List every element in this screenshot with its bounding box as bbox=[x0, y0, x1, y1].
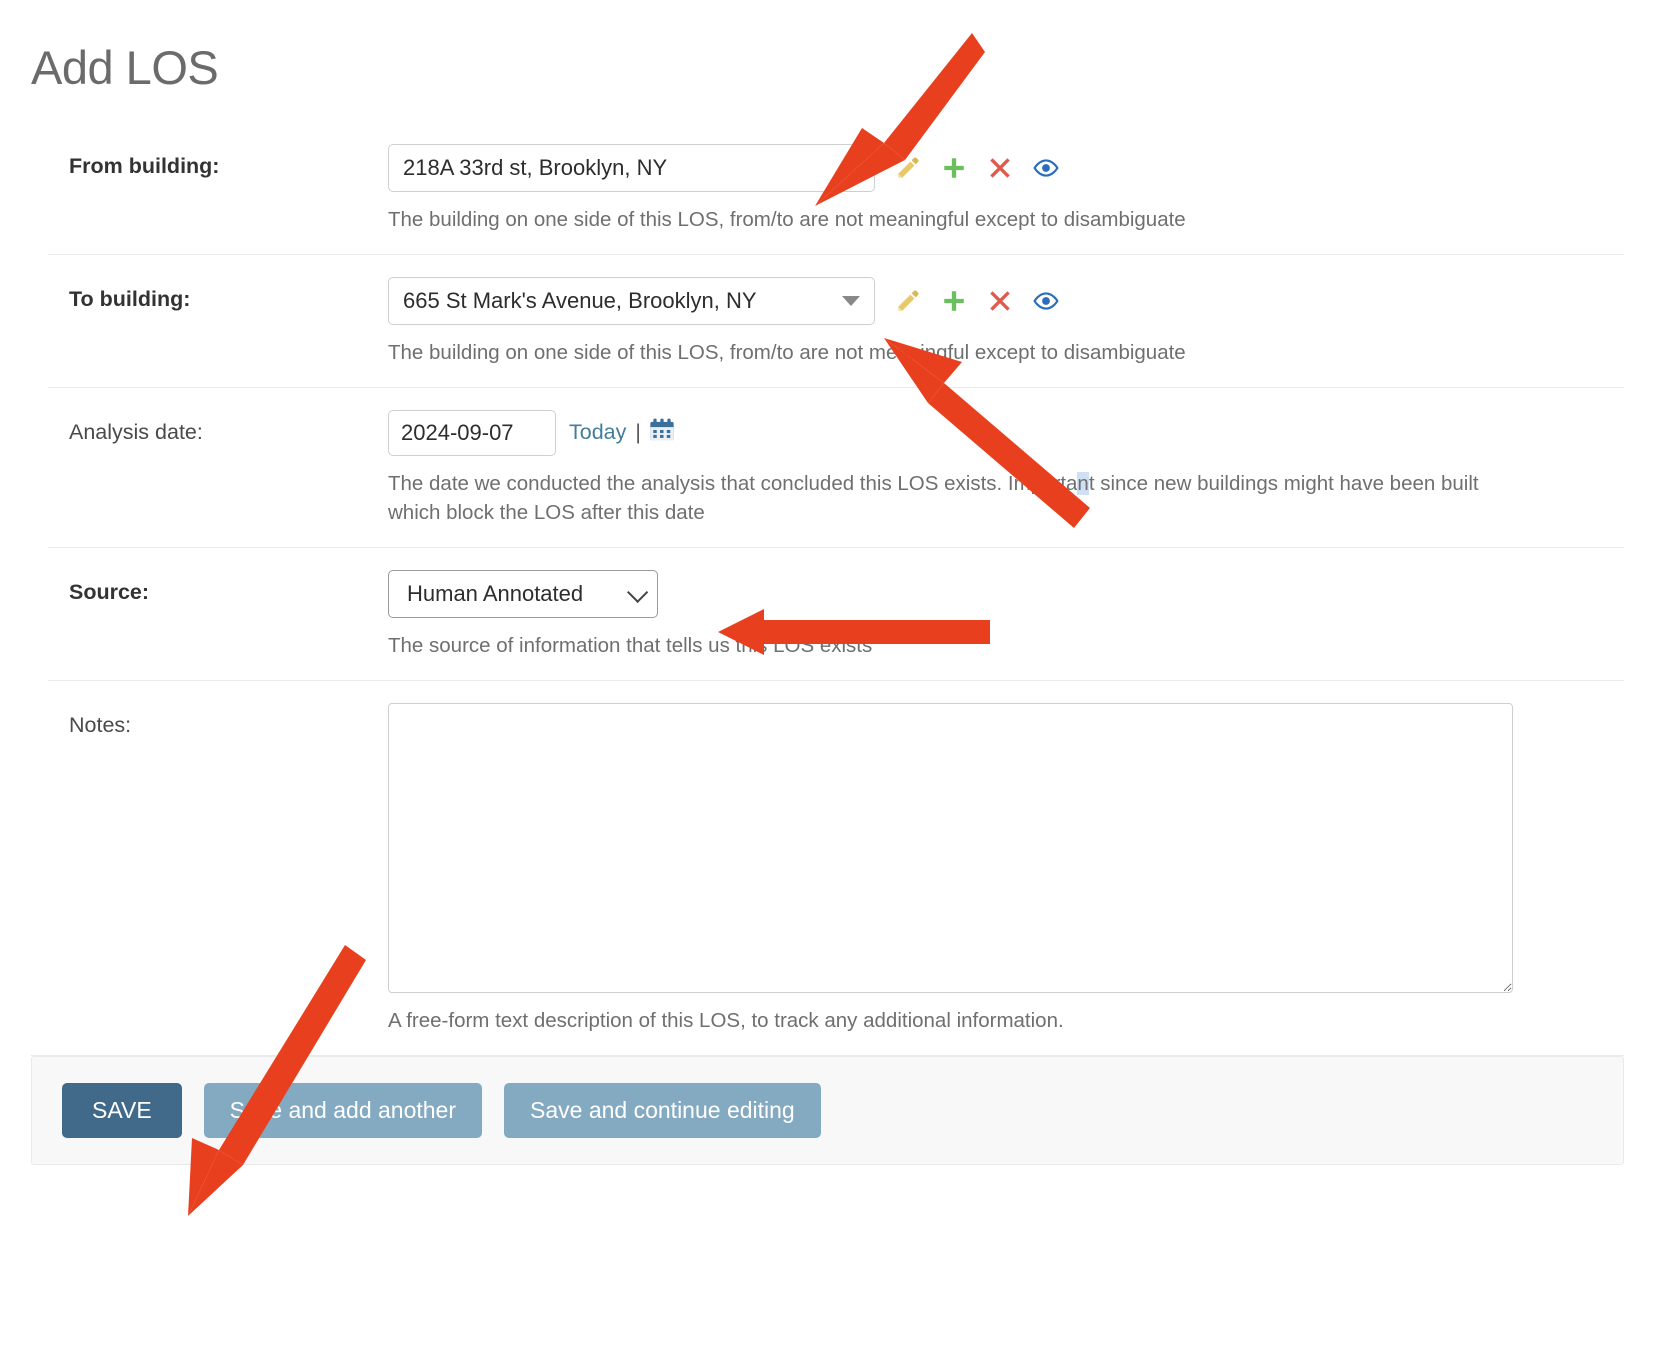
chevron-down-icon bbox=[842, 295, 860, 306]
add-los-form: From building: 218A 33rd st, Brooklyn, N… bbox=[0, 138, 1674, 1056]
date-separator: | bbox=[635, 420, 641, 444]
from-building-help: The building on one side of this LOS, fr… bbox=[388, 207, 1186, 231]
notes-textarea[interactable] bbox=[388, 703, 1513, 994]
to-building-value: 665 St Mark's Avenue, Brooklyn, NY bbox=[403, 287, 757, 313]
to-building-help: The building on one side of this LOS, fr… bbox=[388, 340, 1186, 364]
to-building-select[interactable]: 665 St Mark's Avenue, Brooklyn, NY bbox=[388, 276, 875, 325]
form-row-source: Source: Human Annotated The source of in… bbox=[48, 547, 1624, 680]
save-and-continue-editing-button[interactable]: Save and continue editing bbox=[504, 1083, 821, 1139]
from-building-actions bbox=[895, 155, 1059, 181]
from-building-value: 218A 33rd st, Brooklyn, NY bbox=[403, 154, 668, 180]
analysis-date-help-selection: n bbox=[1077, 471, 1089, 495]
pencil-icon[interactable] bbox=[895, 288, 921, 314]
form-row-from-building: From building: 218A 33rd st, Brooklyn, N… bbox=[48, 138, 1624, 254]
source-help: The source of information that tells us … bbox=[388, 634, 873, 658]
eye-icon[interactable] bbox=[1033, 288, 1059, 314]
form-row-analysis-date: Analysis date: Today | bbox=[48, 386, 1624, 547]
page-title: Add LOS bbox=[31, 41, 219, 94]
from-building-label: From building: bbox=[69, 153, 220, 178]
chevron-down-icon bbox=[627, 581, 649, 603]
from-building-select[interactable]: 218A 33rd st, Brooklyn, NY bbox=[388, 143, 875, 192]
x-icon[interactable] bbox=[987, 155, 1013, 181]
chevron-down-icon bbox=[842, 162, 860, 173]
submit-row: SAVE Save and add another Save and conti… bbox=[31, 1056, 1624, 1166]
pencil-icon[interactable] bbox=[895, 155, 921, 181]
plus-icon[interactable] bbox=[941, 288, 967, 314]
save-and-add-another-button[interactable]: Save and add another bbox=[203, 1083, 483, 1139]
to-building-actions bbox=[895, 288, 1059, 314]
notes-help: A free-form text description of this LOS… bbox=[388, 1009, 1064, 1033]
analysis-date-label: Analysis date: bbox=[69, 419, 203, 444]
eye-icon[interactable] bbox=[1033, 155, 1059, 181]
plus-icon[interactable] bbox=[941, 155, 967, 181]
notes-label: Notes: bbox=[69, 713, 132, 738]
analysis-date-help-part1: The date we conducted the analysis that … bbox=[388, 471, 1078, 495]
form-row-notes: Notes: A free-form text description of t… bbox=[48, 680, 1624, 1055]
to-building-label: To building: bbox=[69, 286, 191, 311]
analysis-date-help: The date we conducted the analysis that … bbox=[388, 469, 1498, 527]
save-button[interactable]: SAVE bbox=[62, 1083, 182, 1139]
x-icon[interactable] bbox=[987, 288, 1013, 314]
form-row-to-building: To building: 665 St Mark's Avenue, Brook… bbox=[48, 253, 1624, 387]
source-value: Human Annotated bbox=[407, 581, 584, 607]
source-select[interactable]: Human Annotated bbox=[388, 570, 658, 619]
calendar-icon[interactable] bbox=[648, 416, 676, 449]
analysis-date-input[interactable] bbox=[388, 409, 556, 456]
today-link[interactable]: Today bbox=[569, 420, 626, 445]
source-label: Source: bbox=[69, 580, 150, 605]
